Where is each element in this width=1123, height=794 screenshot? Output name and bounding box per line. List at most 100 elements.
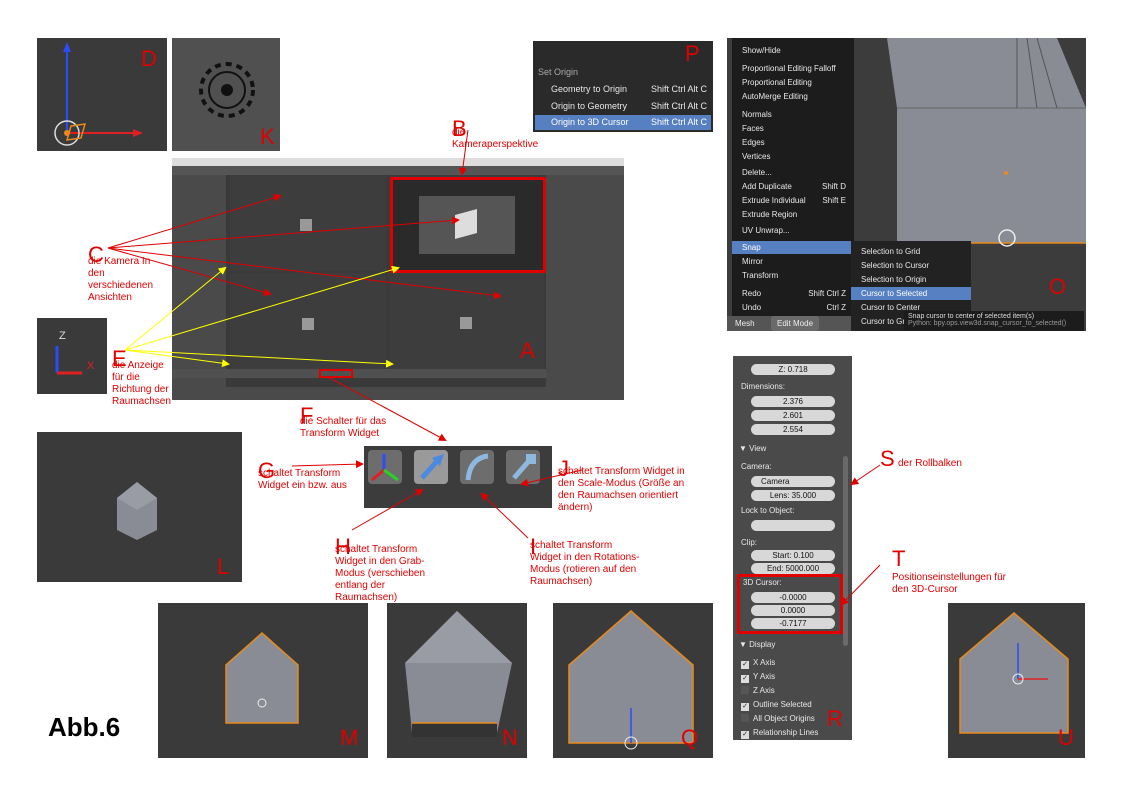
camera-field[interactable]: Camera (751, 476, 835, 487)
display-option-checkbox[interactable]: All Object Origins (741, 714, 815, 723)
snap-menu-item[interactable]: Selection to Cursor (851, 259, 971, 272)
clip-end-field[interactable]: End: 5000.000 (751, 563, 835, 574)
display-option-label: X Axis (753, 658, 776, 667)
mesh-menu-button[interactable]: Mesh (735, 316, 755, 331)
dimension-z-field[interactable]: 2.554 (751, 424, 835, 435)
view-section-header[interactable]: ▼ View (739, 444, 766, 453)
axis-label-z: Z (59, 330, 66, 342)
camera-label: Camera: (741, 462, 772, 471)
checkmark-icon: ✓ (741, 731, 749, 739)
mesh-menu-item-label: Snap (742, 243, 761, 252)
menu-item-origin-to-geometry[interactable]: Origin to Geometry Shift Ctrl Alt C (533, 98, 713, 114)
mesh-menu-item[interactable]: UV Unwrap... (732, 224, 854, 237)
menu-item-label: Origin to Geometry (551, 101, 628, 111)
display-option-checkbox[interactable]: Z Axis (741, 686, 775, 695)
label-n: N (502, 725, 518, 750)
mesh-menu-item[interactable]: AutoMerge Editing (732, 90, 854, 103)
cursor-y-field[interactable]: 0.0000 (751, 605, 835, 616)
mesh-menu-item[interactable]: Proportional Editing (732, 76, 854, 89)
snap-menu-item[interactable]: Cursor to Selected (851, 287, 971, 300)
caption-s: der Rollbalken (898, 458, 962, 469)
lock-object-field[interactable] (751, 520, 835, 531)
checkmark-icon: ✓ (741, 703, 749, 711)
z-field[interactable]: Z: 0.718 (751, 364, 835, 375)
label-k: K (260, 124, 275, 149)
mesh-menu-item[interactable]: Faces (732, 122, 854, 135)
empty-checkbox-icon (741, 686, 749, 694)
snap-menu-item[interactable]: Selection to Origin (851, 273, 971, 286)
mesh-menu-item[interactable]: Mirror (732, 255, 854, 268)
panel-a-blender-window: A (172, 158, 624, 400)
snap-menu-item[interactable]: Selection to Grid (851, 245, 971, 258)
edit-mode-selector[interactable]: Edit Mode (771, 316, 820, 331)
arrow-icon (420, 454, 444, 480)
mesh-menu-item[interactable]: Edges (732, 136, 854, 149)
transform-widget-bar (364, 446, 552, 508)
display-option-label: Outline Selected (753, 700, 812, 709)
figure-title: Abb.6 (48, 712, 121, 742)
panel-d-axis-widget: D (37, 38, 167, 151)
mesh-menu-item[interactable]: Extrude Individual Shift E (732, 194, 854, 207)
tool-shelf (172, 175, 226, 387)
cube-object-1 (300, 219, 312, 231)
grab-mode-button[interactable] (414, 450, 448, 484)
menu-item-shortcut: Shift Ctrl Alt C (651, 84, 708, 94)
mesh-menu-item[interactable]: Undo Ctrl Z (732, 301, 854, 314)
mesh-menu-item[interactable]: Extrude Region (732, 208, 854, 221)
bottom-toolbar (172, 369, 546, 378)
display-option-label: Relationship Lines (753, 728, 819, 737)
widget-buttons-highlight[interactable] (319, 369, 353, 378)
arc-icon (465, 453, 489, 481)
rotate-mode-button[interactable] (460, 450, 494, 484)
mesh-menu-item-label: Faces (742, 124, 764, 133)
axis-label-x: X (87, 360, 95, 372)
mesh-menu-item-label: Redo (742, 289, 762, 298)
checkmark-icon: ✓ (741, 661, 749, 669)
lock-to-object-label: Lock to Object: (741, 506, 795, 515)
scrollbar[interactable] (843, 456, 848, 646)
mesh-menu-item[interactable]: Redo Shift Ctrl Z (732, 287, 854, 300)
mesh-menu-item[interactable]: Show/Hide (732, 44, 854, 57)
mesh-menu-item[interactable]: Add Duplicate Shift D (732, 180, 854, 193)
display-section-header[interactable]: ▼ Display (739, 640, 775, 649)
lens-field[interactable]: Lens: 35.000 (751, 490, 835, 501)
panel-q-house-front: Q (553, 603, 713, 758)
menu-item-shortcut: Shift Ctrl Alt C (651, 101, 708, 111)
cursor-x-field[interactable]: -0.0000 (751, 592, 835, 603)
panel-o-mesh-menu: Show/Hide Proportional Editing Falloff Pro… (727, 38, 1086, 331)
scale-mode-button[interactable] (506, 450, 540, 484)
panel-k-3d-cursor: K (172, 38, 280, 151)
mesh-menu-item[interactable]: Proportional Editing Falloff (732, 62, 854, 75)
caption-b: die Kameraperspektive (452, 127, 539, 150)
mesh-menu-item[interactable]: Vertices (732, 150, 854, 163)
checkmark-icon: ✓ (741, 675, 749, 683)
display-option-checkbox[interactable]: ✓ X Axis (741, 658, 775, 669)
panel-l-house: L (37, 432, 242, 582)
cursor-z-field[interactable]: -0.7177 (751, 618, 835, 629)
mesh-menu-item[interactable]: Transform (732, 269, 854, 282)
menu-item-shortcut: Shift Ctrl Alt C (651, 117, 708, 127)
camera-view-box (390, 177, 546, 273)
mesh-menu-item-shortcut: Shift D (821, 182, 846, 191)
toggle-widget-button[interactable] (368, 450, 402, 484)
label-m: M (340, 725, 359, 750)
menu-item-origin-to-3d-cursor[interactable]: Origin to 3D Cursor Shift Ctrl Alt C (535, 115, 711, 130)
display-option-checkbox[interactable]: ✓ Outline Selected (741, 700, 812, 711)
mesh-menu-item[interactable]: Normals (732, 108, 854, 121)
mesh-menu-item-label: UV Unwrap... (742, 226, 790, 235)
display-option-checkbox[interactable]: ✓ Relationship Lines (741, 728, 818, 739)
tooltip-text: Snap cursor to center of selected item(s… (908, 313, 1035, 320)
dimension-y-field[interactable]: 2.601 (751, 410, 835, 421)
dimension-x-field[interactable]: 2.376 (751, 396, 835, 407)
menu-item-label: Origin to 3D Cursor (551, 117, 629, 127)
mesh-menu-item-label: Proportional Editing Falloff (742, 64, 836, 73)
title-bar (172, 158, 624, 166)
mesh-menu-item[interactable]: Snap (732, 241, 854, 254)
mesh-menu-item[interactable]: Delete... (732, 166, 854, 179)
clip-start-field[interactable]: Start: 0.100 (751, 550, 835, 561)
mesh-menu-item-shortcut: Shift Ctrl Z (808, 289, 846, 298)
mesh-menu-item-label: Undo (742, 303, 762, 312)
menu-item-geometry-to-origin[interactable]: Geometry to Origin Shift Ctrl Alt C (533, 81, 713, 97)
display-option-checkbox[interactable]: ✓ Y Axis (741, 672, 775, 683)
label-s: S (880, 446, 895, 471)
